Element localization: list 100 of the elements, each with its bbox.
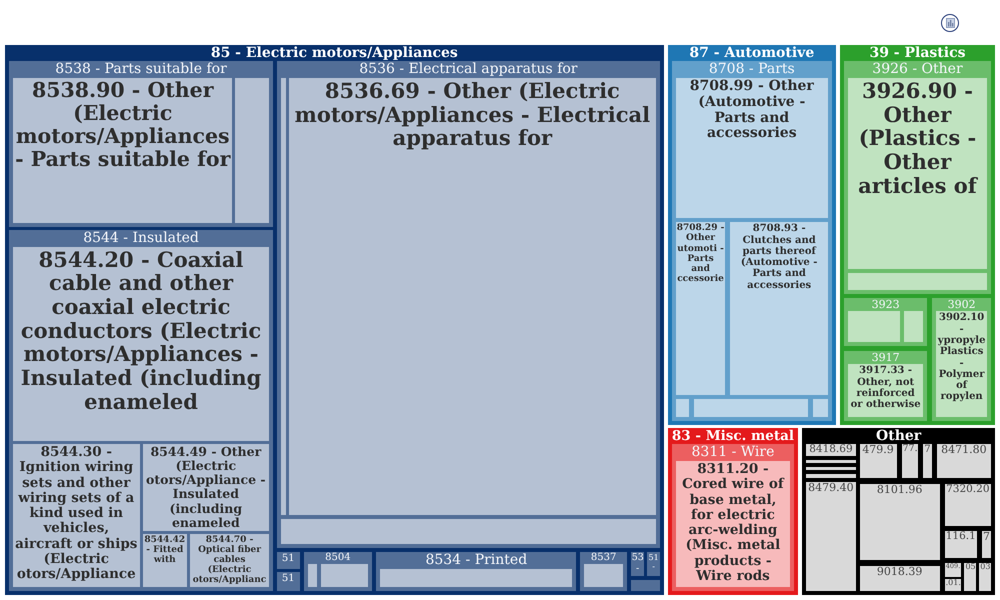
treemap-tile[interactable] — [320, 564, 368, 587]
product-tile[interactable] — [806, 474, 856, 478]
treemap-tile[interactable] — [848, 273, 987, 290]
product-tile[interactable]: .01. — [944, 578, 962, 591]
chart-button[interactable] — [941, 14, 959, 32]
treemap-tile[interactable]: 8536.69 - Other (Electric motors/Appliances - Electrical apparatus for — [289, 78, 656, 516]
treemap-group[interactable]: 87 - Automotive 8708 - Parts 8708.99 - Other (Automotive - Parts and accessories 8708.29 - Other utomoti - Parts and ccessorie 8708.93 - Clutches and parts thereof (Automotive - Parts and accessories — [668, 45, 836, 425]
tile-label: 8708.93 - Clutches and parts thereof (Automotive - Parts and accessories — [740, 223, 818, 292]
category-block[interactable] — [9, 230, 274, 591]
category-block[interactable]: 8538 - Parts suitable for 8538.90 - Other (Electric motors/Appliances - Parts suitable for — [9, 61, 274, 227]
treemap-tile[interactable]: 8544.49 - Other (Electric otors/Appliance - Insulated (including enameled — [142, 444, 270, 531]
category-label: 51 — [282, 572, 295, 584]
product-tile[interactable]: 8101.96 — [860, 484, 940, 560]
bar-chart-icon — [946, 18, 954, 28]
treemap-tile[interactable] — [380, 569, 572, 587]
product-tile[interactable] — [806, 460, 856, 464]
category-label: 3902 — [948, 298, 976, 312]
category-block[interactable]: 3917 3917.33 - Other, not reinforced or otherwise — [844, 351, 928, 421]
group-label: 83 - Misc. metal — [672, 428, 794, 444]
category-block[interactable]: 51 - — [647, 552, 660, 576]
category-label: 8504 — [325, 552, 351, 564]
product-tile[interactable]: 03 — [979, 562, 991, 591]
product-label: 8479.40 — [808, 482, 854, 494]
product-tile[interactable]: 7 — [982, 531, 991, 558]
treemap-tile[interactable]: 8544.20 - Coaxial cable and other coaxial electric conductors (Electric motors/Appliances - Insulated (including enameled — [13, 246, 270, 442]
group-label: 87 - Automotive — [689, 45, 814, 61]
treemap-tile[interactable]: 8708.93 - Clutches and parts thereof (Automotive - Parts and accessories — [730, 222, 828, 395]
product-label: 8418.69 — [809, 444, 853, 456]
product-tile[interactable]: 8471.80 — [936, 444, 992, 478]
category-label: 8708 - Parts — [708, 61, 795, 78]
category-block[interactable]: 53 - — [630, 552, 644, 576]
tile-label: 8536.69 - Other (Electric motors/Appliances - Electrical apparatus for — [294, 79, 652, 150]
category-label: 8311 - Wire — [692, 444, 774, 461]
tile-label: 8544.20 - Coaxial cable and other coaxial electric conductors (Electric motors/Appliances - Insulated (including enameled — [20, 248, 262, 414]
treemap-tile[interactable] — [848, 311, 900, 342]
product-label: 77. — [902, 444, 918, 454]
treemap-tile[interactable] — [813, 398, 828, 417]
category-block[interactable]: 8536 - Electrical apparatus for 8536.69 - Other (Electric motors/Appliances - Electrical apparatus for — [277, 61, 660, 548]
product-tile[interactable]: 77. — [902, 444, 918, 478]
tile-label: 8538.90 - Other (Electric motors/Appliances - Parts suitable for — [14, 79, 232, 172]
treemap-tile[interactable] — [281, 519, 656, 544]
category-block[interactable]: 8708 - Parts 8708.99 - Other (Automotive - Parts and accessories 8708.29 - Other utomoti - Parts and ccessorie 8708.93 - Clutches and parts thereof (Automotive - Parts and accessories — [672, 61, 832, 421]
treemap-tile[interactable] — [281, 78, 286, 516]
treemap-tile[interactable] — [235, 78, 270, 223]
category-block[interactable]: 51 — [277, 552, 300, 569]
tile-label: 3917.33 - Other, not reinforced or otherwise — [850, 365, 922, 411]
treemap-tile[interactable] — [676, 398, 690, 417]
product-tile[interactable] — [806, 467, 856, 470]
category-block[interactable]: 51 — [277, 572, 300, 591]
category-label: 51 - — [648, 553, 659, 572]
treemap-group[interactable]: 39 - Plastics 3926 - Other 3926.90 - Other (Plastics - Other articles of 3923 3917 3917.33 - Other, not reinforced or otherwise 3902 3902.10 - ypropyle Plastics - Polymer of ropylen — [840, 45, 995, 425]
product-tile[interactable]: 479.9 — [860, 444, 897, 478]
treemap-tile[interactable]: 8708.99 - Other (Automotive - Parts and accessories — [676, 78, 828, 218]
group-label: 85 - Electric motors/Appliances — [210, 45, 458, 61]
group-label: Other — [876, 428, 922, 444]
treemap-tile[interactable] — [904, 311, 924, 342]
product-tile[interactable]: 05 — [964, 562, 976, 591]
product-tile[interactable]: 7 — [923, 444, 932, 478]
category-block[interactable]: 8504 — [304, 552, 372, 591]
product-label: .01. — [946, 578, 960, 588]
treemap-tile[interactable]: 8544.42 - Fitted with — [142, 534, 187, 587]
product-tile[interactable]: 9018.39 — [860, 566, 940, 591]
category-block[interactable]: 8534 - Printed — [376, 552, 576, 591]
tile-label: 3926.90 - Other (Plastics - Other articles of — [857, 79, 979, 198]
treemap-tile[interactable] — [584, 564, 623, 587]
category-label: 8536 - Electrical apparatus for — [359, 61, 578, 78]
treemap-tile[interactable] — [308, 564, 317, 587]
tile-label: 3902.10 - ypropyle Plastics - Polymer of ropylen — [937, 312, 986, 403]
tile-label: 8708.29 - Other utomoti - Parts and ccessorie — [676, 223, 724, 284]
product-tile[interactable]: 116.1 — [944, 531, 977, 558]
category-label: 8537 — [590, 552, 616, 564]
product-label: 7320.20 — [946, 484, 990, 496]
treemap-group[interactable] — [5, 45, 664, 595]
treemap-group[interactable]: 83 - Misc. metal 8311 - Wire 8311.20 - Cored wire of base metal, for electric arc-welding (Misc. metal products - Wire rods — [668, 428, 798, 595]
treemap-tile[interactable]: 8544.70 - Optical fiber cables (Electric otors/Applianc — [190, 534, 270, 587]
product-tile[interactable]: 8418.69 — [806, 444, 856, 456]
category-block[interactable]: 3926 - Other 3926.90 - Other (Plastics - Other articles of — [844, 61, 991, 294]
category-label: 8538 - Parts suitable for — [55, 61, 227, 78]
category-label: 51 — [282, 553, 295, 565]
product-label: 8101.96 — [876, 484, 922, 496]
category-block[interactable]: 8311 - Wire 8311.20 - Cored wire of base metal, for electric arc-welding (Misc. metal products - Wire rods — [672, 444, 794, 591]
product-label: 03 — [980, 562, 990, 572]
product-label: 116.1 — [946, 531, 976, 543]
product-label: 7 — [924, 444, 931, 455]
treemap-tile[interactable]: 8708.29 - Other utomoti - Parts and ccessorie — [676, 222, 726, 395]
category-block[interactable]: 8537 — [580, 552, 627, 591]
product-tile[interactable]: 8479.40 — [806, 482, 856, 592]
product-label: 7 — [982, 531, 990, 544]
treemap-tile[interactable]: 3902.10 - ypropyle Plastics - Polymer of ropylen — [936, 311, 987, 417]
product-tile[interactable]: 7320.20 — [944, 484, 991, 526]
treemap-tile[interactable] — [694, 398, 808, 417]
product-label: 05 — [965, 562, 976, 572]
product-label: 479.9 — [862, 444, 894, 456]
product-label: 8471.80 — [941, 444, 987, 456]
product-label: 9018.39 — [876, 566, 922, 579]
treemap-tile[interactable]: 3926.90 - Other (Plastics - Other articles of — [848, 78, 987, 270]
treemap-tile[interactable]: 3917.33 - Other, not reinforced or otherwise — [848, 364, 924, 417]
category-block[interactable]: 3902 3902.10 - ypropyle Plastics - Polymer of ropylen — [932, 298, 991, 421]
treemap-tile[interactable]: 8538.90 - Other (Electric motors/Appliances - Parts suitable for — [13, 78, 232, 223]
tile-label: 8544.42 - Fitted with — [144, 534, 186, 566]
